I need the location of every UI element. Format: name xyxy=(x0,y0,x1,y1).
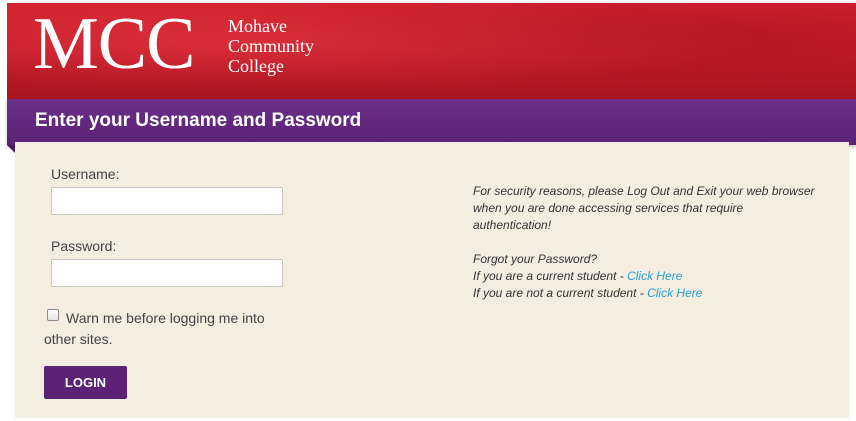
forgot-password-title: Forgot your Password? xyxy=(473,252,598,266)
not-current-student-link[interactable]: Click Here xyxy=(647,286,702,300)
password-label: Password: xyxy=(51,238,117,254)
current-student-link[interactable]: Click Here xyxy=(627,269,682,283)
header-banner: MCC Mohave Community College xyxy=(7,3,856,99)
password-input[interactable] xyxy=(51,259,283,287)
title-bar: Enter your Username and Password xyxy=(7,99,856,145)
page-title: Enter your Username and Password xyxy=(35,110,362,131)
login-button[interactable]: LOGIN xyxy=(44,366,127,399)
logo-mcc: MCC xyxy=(33,3,196,85)
security-note: For security reasons, please Log Out and… xyxy=(473,184,815,232)
username-label: Username: xyxy=(51,166,120,182)
not-current-student-line: If you are not a current student - Click… xyxy=(473,285,702,302)
username-input[interactable] xyxy=(51,187,283,215)
logo-line-1: Mohave xyxy=(228,16,287,36)
logo-line-2: Community xyxy=(228,36,315,56)
current-student-line: If you are a current student - Click Her… xyxy=(473,268,682,285)
current-student-text: If you are a current student - xyxy=(473,269,628,283)
logo-line-3: College xyxy=(228,56,284,76)
warn-checkbox-label: Warn me before logging me into other sit… xyxy=(44,310,265,347)
not-current-student-text: If you are not a current student - xyxy=(473,286,648,300)
logo-college-name: Mohave Community College xyxy=(228,16,314,76)
